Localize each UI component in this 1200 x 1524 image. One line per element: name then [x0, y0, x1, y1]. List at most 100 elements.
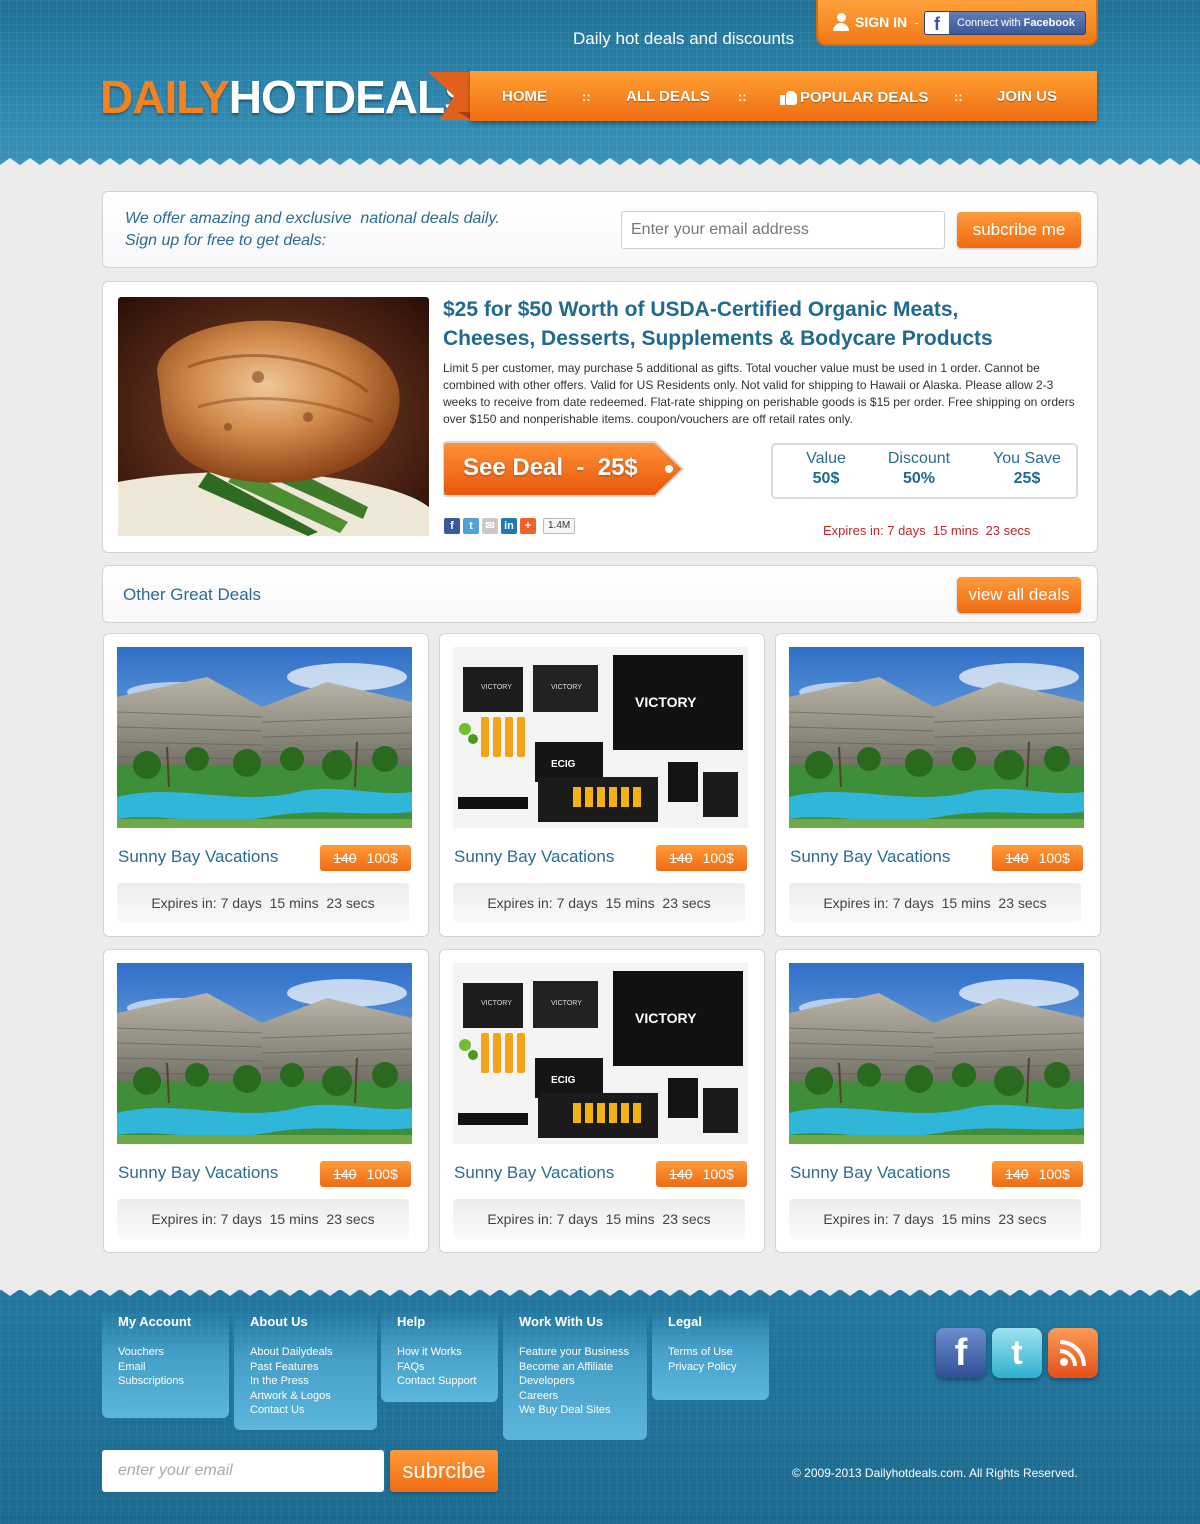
- deal-card-image[interactable]: VICTORY VICTORY VICTORY ECIG: [453, 963, 748, 1144]
- footer-col-work-with-us: Work With Us Feature your Business Becom…: [503, 1310, 647, 1440]
- subscribe-panel: We offer amazing and exclusive national …: [102, 191, 1098, 268]
- deal-old-price: 140: [333, 1166, 357, 1182]
- footer-heading: About Us: [250, 1314, 308, 1329]
- fb-connect-prefix: Connect with: [957, 17, 1021, 29]
- main-nav: HOME :: ALL DEALS :: POPULAR DEALS :: JO…: [470, 71, 1097, 121]
- footer-email-field[interactable]: [102, 1450, 384, 1492]
- facebook-icon[interactable]: f: [936, 1328, 986, 1378]
- nav-separator: ::: [738, 89, 747, 104]
- subscribe-pitch-line1: We offer amazing and exclusive national …: [125, 210, 500, 227]
- footer-link-about-dailydeals[interactable]: About Dailydeals: [250, 1345, 361, 1360]
- deal-card-image[interactable]: [117, 963, 412, 1144]
- view-all-deals-button[interactable]: view all deals: [957, 577, 1081, 613]
- see-deal-button[interactable]: See Deal - 25$: [443, 440, 685, 498]
- footer-link-feature-business[interactable]: Feature your Business: [519, 1345, 631, 1360]
- signin-label: SIGN IN: [855, 14, 908, 30]
- share-count: 1.4M: [543, 518, 576, 534]
- nav-join-us[interactable]: JOIN US: [997, 88, 1057, 105]
- facebook-connect-button[interactable]: f Connect with Facebook: [924, 11, 1086, 35]
- linkedin-share-icon[interactable]: in: [501, 518, 517, 534]
- footer-link-vouchers[interactable]: Vouchers: [118, 1345, 213, 1360]
- site-footer: My Account Vouchers Email Subscriptions …: [0, 1290, 1200, 1524]
- signin-link[interactable]: SIGN IN -: [832, 13, 919, 31]
- footer-link-how-it-works[interactable]: How it Works: [397, 1345, 482, 1360]
- nav-separator: ::: [582, 89, 591, 104]
- footer-link-careers[interactable]: Careers: [519, 1389, 631, 1404]
- footer-heading: My Account: [118, 1314, 192, 1329]
- share-row: f t ✉ in + 1.4M: [444, 518, 576, 534]
- stat-value-amount: 50$: [812, 470, 840, 487]
- footer-link-in-the-press[interactable]: In the Press: [250, 1374, 361, 1389]
- footer-link-developers[interactable]: Developers: [519, 1374, 631, 1389]
- deal-new-price: 100$: [366, 850, 398, 866]
- footer-subscribe-button[interactable]: subrcibe: [390, 1450, 498, 1492]
- deal-card-image[interactable]: [789, 647, 1084, 828]
- deal-card-title[interactable]: Sunny Bay Vacations: [790, 847, 950, 867]
- deal-card[interactable]: Sunny Bay Vacations 140 100$ Expires in: 7 …: [103, 949, 429, 1253]
- logo-part-daily: DAILY: [100, 71, 230, 123]
- footer-link-privacy-policy[interactable]: Privacy Policy: [668, 1360, 753, 1375]
- stat-value: Value 50$: [793, 450, 859, 488]
- deal-price-tag: 140 100$: [992, 845, 1083, 871]
- footer-col-about-us: About Us About Dailydeals Past Features …: [234, 1310, 377, 1430]
- nav-home[interactable]: HOME: [502, 88, 547, 105]
- nav-all-deals[interactable]: ALL DEALS: [626, 88, 710, 105]
- deal-card-title[interactable]: Sunny Bay Vacations: [454, 847, 614, 867]
- addthis-share-icon[interactable]: +: [520, 518, 536, 534]
- footer-heading: Help: [397, 1314, 426, 1329]
- twitter-share-icon[interactable]: t: [463, 518, 479, 534]
- stat-discount-label: Discount: [887, 450, 951, 467]
- deal-card-title[interactable]: Sunny Bay Vacations: [118, 847, 278, 867]
- deal-card[interactable]: VICTORY VICTORY VICTORY ECIG Sunny Bay V…: [439, 633, 765, 937]
- twitter-icon[interactable]: t: [992, 1328, 1042, 1378]
- deal-new-price: 100$: [702, 850, 734, 866]
- svg-text:VICTORY: VICTORY: [635, 1010, 697, 1026]
- deal-card-title[interactable]: Sunny Bay Vacations: [790, 1163, 950, 1183]
- deal-price-tag: 140 100$: [656, 1161, 747, 1187]
- footer-link-become-affiliate[interactable]: Become an Affiliate: [519, 1360, 631, 1375]
- deal-card-title[interactable]: Sunny Bay Vacations: [454, 1163, 614, 1183]
- footer-link-terms-of-use[interactable]: Terms of Use: [668, 1345, 753, 1360]
- deal-card-image[interactable]: [117, 647, 412, 828]
- deal-card-title[interactable]: Sunny Bay Vacations: [118, 1163, 278, 1183]
- user-icon: [832, 13, 850, 31]
- footer-link-artwork-logos[interactable]: Artwork & Logos: [250, 1389, 361, 1404]
- other-deals-bar: Other Great Deals view all deals: [102, 565, 1098, 623]
- deal-card-image[interactable]: VICTORY VICTORY VICTORY ECIG: [453, 647, 748, 828]
- stat-discount-amount: 50%: [902, 470, 936, 487]
- deal-price-tag: 140 100$: [320, 845, 411, 871]
- deal-card[interactable]: Sunny Bay Vacations 140 100$ Expires in: 7 …: [103, 633, 429, 937]
- stat-save-label: You Save: [993, 450, 1061, 467]
- featured-deal-description: Limit 5 per customer, may purchase 5 add…: [443, 361, 1075, 426]
- deal-card[interactable]: VICTORY VICTORY VICTORY ECIG Sunny Bay V…: [439, 949, 765, 1253]
- rss-icon[interactable]: [1048, 1328, 1098, 1378]
- deal-new-price: 100$: [1038, 850, 1070, 866]
- featured-title-line1: $25 for $50 Worth of USDA-Certified Orga…: [443, 298, 959, 321]
- deal-card[interactable]: Sunny Bay Vacations 140 100$ Expires in: 7 …: [775, 633, 1101, 937]
- email-field[interactable]: [621, 211, 945, 249]
- signin-box: SIGN IN - f Connect with Facebook: [816, 0, 1098, 46]
- svg-text:ECIG: ECIG: [551, 759, 576, 770]
- featured-title-line2: Cheeses, Desserts, Supplements & Bodycar…: [443, 327, 993, 350]
- featured-deal-image[interactable]: [118, 297, 429, 536]
- deal-card-image[interactable]: [789, 963, 1084, 1144]
- stat-discount: Discount 50%: [877, 450, 961, 488]
- footer-link-we-buy-deal-sites[interactable]: We Buy Deal Sites: [519, 1403, 631, 1418]
- deal-old-price: 140: [1005, 850, 1029, 866]
- footer-link-contact-support[interactable]: Contact Support: [397, 1374, 482, 1389]
- site-logo[interactable]: DAILYHOTDEALS: [100, 70, 475, 124]
- featured-deal-panel: $25 for $50 Worth of USDA-Certified Orga…: [102, 281, 1098, 553]
- nav-popular-deals[interactable]: POPULAR DEALS: [780, 88, 928, 106]
- deal-new-price: 100$: [1038, 1166, 1070, 1182]
- subscribe-pitch: We offer amazing and exclusive national …: [125, 208, 500, 252]
- footer-link-email-subscriptions[interactable]: Email Subscriptions: [118, 1360, 213, 1389]
- header-zigzag-edge: [0, 158, 1200, 165]
- featured-deal-title[interactable]: $25 for $50 Worth of USDA-Certified Orga…: [443, 295, 1063, 353]
- deal-card[interactable]: Sunny Bay Vacations 140 100$ Expires in: 7 …: [775, 949, 1101, 1253]
- footer-link-past-features[interactable]: Past Features: [250, 1360, 361, 1375]
- email-share-icon[interactable]: ✉: [482, 518, 498, 534]
- facebook-share-icon[interactable]: f: [444, 518, 460, 534]
- subscribe-button[interactable]: subcribe me: [957, 212, 1081, 248]
- footer-link-faqs[interactable]: FAQs: [397, 1360, 482, 1375]
- footer-link-contact-us[interactable]: Contact Us: [250, 1403, 361, 1418]
